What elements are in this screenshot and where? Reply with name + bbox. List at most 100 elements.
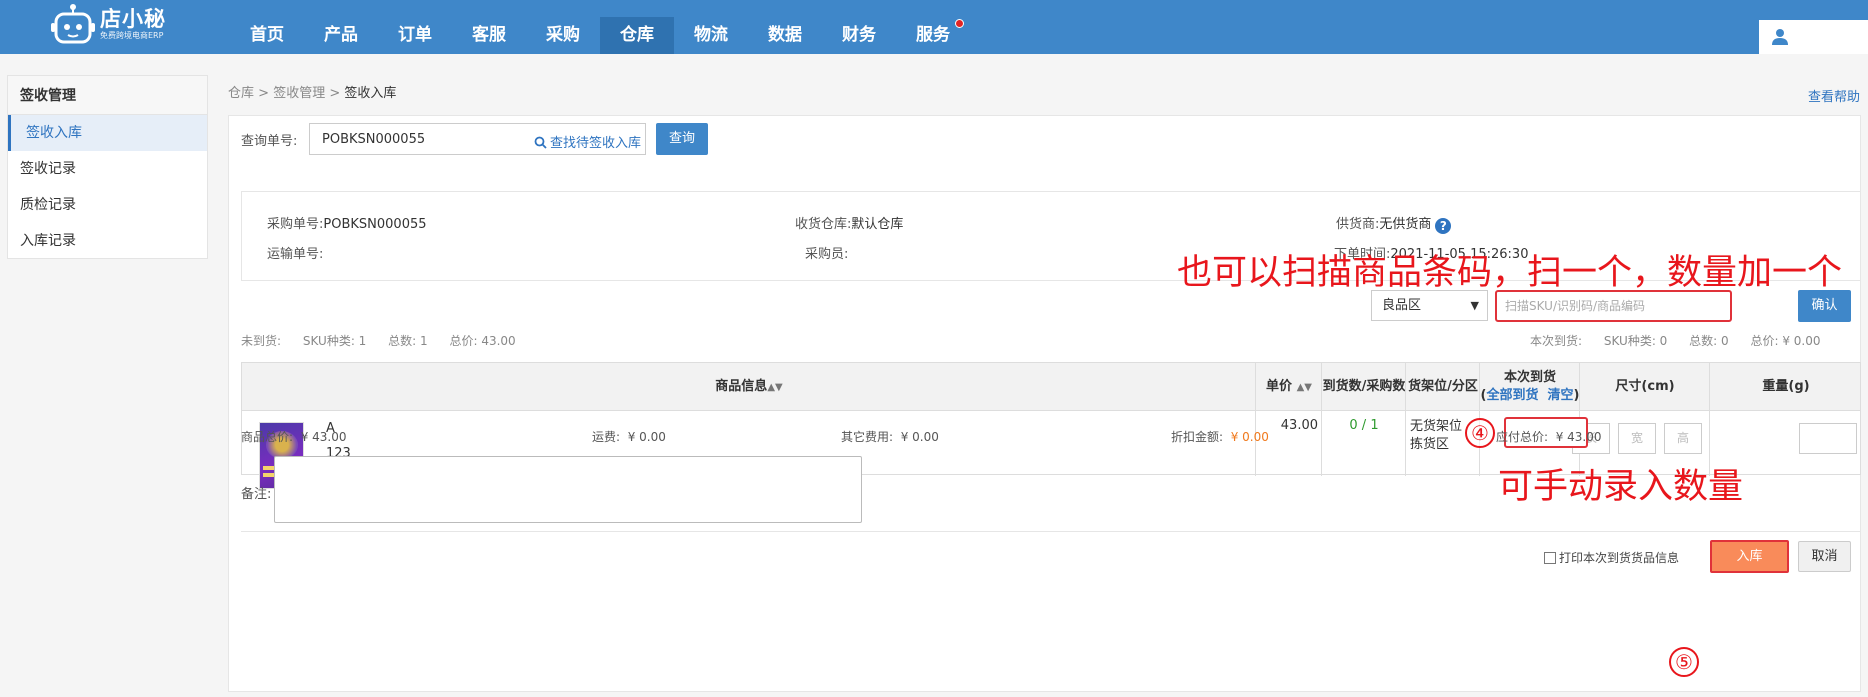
nav-item-orders[interactable]: 订单 bbox=[378, 17, 452, 54]
arrived-total-price: 总价: ¥ 0.00 bbox=[1750, 334, 1821, 348]
logo[interactable]: 店小秘 免费跨境电商ERP bbox=[50, 4, 166, 44]
zone-select-value: 良品区 bbox=[1382, 298, 1422, 313]
sidebar-item-sign-in-stock[interactable]: 签收入库 bbox=[8, 115, 207, 151]
width-input[interactable]: 宽 bbox=[1618, 423, 1656, 454]
table-header: 商品信息▲▼ 单价 ▲▼ 到货数/采购数 货架位/分区 本次到货 (全部到货 清… bbox=[242, 363, 1860, 411]
supplier-value: 无供货商 bbox=[1379, 217, 1432, 232]
stock-in-button[interactable]: 入库 bbox=[1710, 540, 1789, 573]
shelf-info: 无货架位 拣货区 bbox=[1410, 418, 1462, 454]
main-nav: 首页 产品 订单 客服 采购 仓库 物流 数据 财务 服务 bbox=[230, 17, 970, 54]
sidebar-item-stock-in-records[interactable]: 入库记录 bbox=[8, 223, 207, 259]
shelf-name: 无货架位 bbox=[1410, 419, 1463, 434]
all-arrived-link[interactable]: 全部到货 bbox=[1486, 388, 1538, 403]
arrived-total: 总数: 0 bbox=[1689, 334, 1729, 348]
discount-label: 折扣金额: bbox=[1171, 430, 1224, 444]
payable-label: 应付总价: bbox=[1496, 430, 1549, 444]
height-input[interactable]: 高 bbox=[1664, 423, 1702, 454]
tracking-label: 运输单号: bbox=[267, 247, 324, 262]
sidebar-item-sign-records[interactable]: 签收记录 bbox=[8, 151, 207, 187]
col-shelf: 货架位/分区 bbox=[1408, 379, 1478, 394]
goods-total-label: 商品总价: bbox=[241, 430, 294, 444]
annotation-step-4: ④ bbox=[1465, 418, 1495, 448]
sidebar-header: 签收管理 bbox=[8, 76, 207, 115]
weight-input[interactable] bbox=[1799, 423, 1857, 454]
nav-item-logistics[interactable]: 物流 bbox=[674, 17, 748, 54]
po-value: POBKSN000055 bbox=[323, 217, 427, 232]
user-icon bbox=[1772, 29, 1788, 45]
arrived-purchased: 0 / 1 bbox=[1349, 418, 1379, 433]
breadcrumb-separator: > bbox=[329, 86, 341, 101]
print-checkbox-label: 打印本次到货货品信息 bbox=[1559, 551, 1680, 565]
discount: 折扣金额: ¥ 0.00 bbox=[1171, 428, 1269, 445]
freight-label: 运费: bbox=[592, 430, 621, 444]
chevron-down-icon: ▼ bbox=[1470, 299, 1479, 312]
col-weight: 重量(g) bbox=[1762, 379, 1810, 394]
user-menu[interactable] bbox=[1759, 20, 1868, 54]
shelf-zone: 拣货区 bbox=[1410, 437, 1450, 452]
brand-title: 店小秘 bbox=[100, 7, 166, 31]
clear-link[interactable]: 清空 bbox=[1548, 388, 1574, 403]
breadcrumb-separator: > bbox=[258, 86, 270, 101]
arrived-sku-kinds: SKU种类: 0 bbox=[1603, 334, 1668, 348]
supplier-label: 供货商: bbox=[1336, 217, 1380, 232]
col-unit-price[interactable]: 单价 ▲▼ bbox=[1256, 363, 1322, 411]
sidebar: 签收管理 签收入库 签收记录 质检记录 入库记录 bbox=[7, 75, 208, 259]
col-arrived-purchased: 到货数/采购数 bbox=[1322, 379, 1406, 394]
nav-item-customer-service[interactable]: 客服 bbox=[452, 17, 526, 54]
cancel-button[interactable]: 取消 bbox=[1798, 541, 1851, 572]
breadcrumb-current: 签收入库 bbox=[344, 86, 397, 101]
query-input[interactable]: POBKSN000055 查找待签收入库 bbox=[309, 123, 646, 155]
breadcrumb-sign-management[interactable]: 签收管理 bbox=[273, 86, 325, 101]
nav-item-purchasing[interactable]: 采购 bbox=[526, 17, 600, 54]
robot-logo-icon bbox=[50, 4, 96, 44]
unarrived-total: 总数: 1 bbox=[388, 334, 428, 348]
divider bbox=[241, 531, 1861, 532]
warehouse-label: 收货仓库: bbox=[795, 217, 852, 232]
goods-total: 商品总价: ¥ 43.00 bbox=[241, 428, 347, 445]
sort-icon: ▲▼ bbox=[1296, 382, 1312, 393]
warehouse-value: 默认仓库 bbox=[851, 217, 904, 232]
other-fees-value: ¥ 0.00 bbox=[900, 430, 939, 444]
tracking-number: 运输单号: bbox=[267, 243, 323, 262]
nav-item-home[interactable]: 首页 bbox=[230, 17, 304, 54]
col-this-arrival: 本次到货 (全部到货 清空) bbox=[1480, 370, 1580, 403]
po-label: 采购单号: bbox=[267, 217, 324, 232]
buyer: 采购员: bbox=[805, 243, 848, 262]
col-product[interactable]: 商品信息▲▼ bbox=[242, 363, 1256, 411]
remark-label: 备注: bbox=[241, 487, 272, 502]
nav-item-data[interactable]: 数据 bbox=[748, 17, 822, 54]
query-button[interactable]: 查询 bbox=[656, 123, 708, 155]
print-checkbox[interactable]: 打印本次到货货品信息 bbox=[1544, 549, 1679, 566]
other-fees-label: 其它费用: bbox=[841, 430, 894, 444]
nav-item-warehouse[interactable]: 仓库 bbox=[600, 17, 674, 54]
unarrived-sku-kinds: SKU种类: 1 bbox=[302, 334, 367, 348]
main-panel: 查询单号: POBKSN000055 查找待签收入库 查询 采购单号:POBKS… bbox=[228, 115, 1861, 692]
brand-subtitle: 免费跨境电商ERP bbox=[100, 31, 164, 40]
col-size: 尺寸(cm) bbox=[1615, 379, 1675, 394]
payable-total: 应付总价: ¥ 43.00 bbox=[1496, 428, 1602, 445]
help-link[interactable]: 查看帮助 bbox=[1808, 86, 1860, 105]
other-fees: 其它费用: ¥ 0.00 bbox=[841, 428, 939, 445]
nav-item-finance[interactable]: 财务 bbox=[822, 17, 896, 54]
arrived-label: 本次到货: bbox=[1530, 334, 1583, 348]
nav-item-products[interactable]: 产品 bbox=[304, 17, 378, 54]
unarrived-label: 未到货: bbox=[241, 334, 282, 348]
remark-textarea[interactable] bbox=[274, 456, 862, 523]
find-pending-link[interactable]: 查找待签收入库 bbox=[534, 132, 641, 151]
receiving-warehouse: 收货仓库:默认仓库 bbox=[795, 213, 903, 232]
query-value: POBKSN000055 bbox=[322, 132, 426, 147]
supplier: 供货商:无供货商? bbox=[1336, 213, 1452, 234]
find-pending-label: 查找待签收入库 bbox=[550, 136, 642, 151]
sidebar-item-qc-records[interactable]: 质检记录 bbox=[8, 187, 207, 223]
col-product-label: 商品信息 bbox=[715, 379, 768, 394]
notification-dot bbox=[955, 19, 964, 28]
help-icon[interactable]: ? bbox=[1435, 218, 1452, 234]
checkbox-icon bbox=[1544, 552, 1556, 564]
col-unit-price-label: 单价 bbox=[1266, 379, 1293, 394]
arrived-stats: 本次到货: SKU种类: 0 总数: 0 总价: ¥ 0.00 bbox=[1530, 332, 1821, 349]
breadcrumb-warehouse[interactable]: 仓库 bbox=[228, 86, 254, 101]
payable-value: ¥ 43.00 bbox=[1555, 430, 1602, 444]
freight: 运费: ¥ 0.00 bbox=[592, 428, 666, 445]
query-label: 查询单号: bbox=[241, 134, 298, 149]
top-nav-bar: 店小秘 免费跨境电商ERP 首页 产品 订单 客服 采购 仓库 物流 数据 财务… bbox=[0, 0, 1868, 54]
